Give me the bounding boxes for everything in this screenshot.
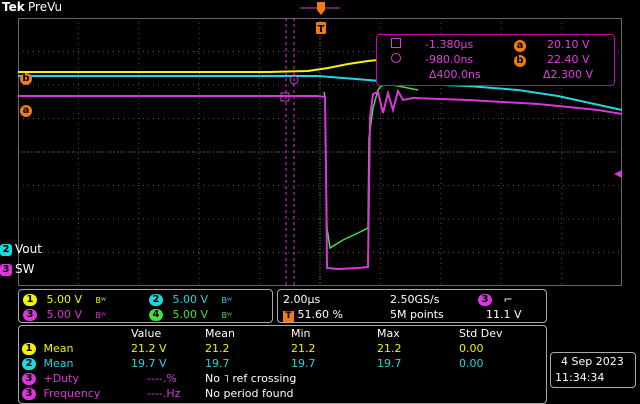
ch2-scale[interactable]: 2 5.00 V Bᵂ xyxy=(149,293,232,307)
measurement-row-1[interactable]: 1 Mean xyxy=(22,342,73,356)
measurement-row-3[interactable]: 3 +Duty xyxy=(22,372,79,386)
brand-logo: Tek xyxy=(2,0,25,14)
ref-marker-b: b xyxy=(20,66,32,85)
ch3-scale[interactable]: 3 5.00 V Bᵂ xyxy=(23,308,106,322)
square-cursor-icon xyxy=(391,38,401,48)
circle-cursor-icon xyxy=(391,53,401,63)
cursor-a-time: -1.380µs xyxy=(425,38,474,51)
acquisition-mode: PreVu xyxy=(28,0,63,14)
trigger-source: 3 ⌐ xyxy=(478,293,513,307)
cursor-a-badge: a xyxy=(514,40,526,52)
channel-3-badge: 3 xyxy=(0,263,12,276)
date-text: 4 Sep 2023 xyxy=(561,355,624,368)
trigger-level-arrow[interactable] xyxy=(614,170,622,178)
trigger-position: T 51.60 % xyxy=(283,308,343,322)
timebase-panel[interactable]: 2.00µs 2.50GS/s 3 ⌐ T 51.60 % 5M points … xyxy=(277,289,547,323)
cursor-b-badge: b xyxy=(514,55,526,67)
horizontal-scale: 2.00µs xyxy=(283,293,321,306)
ref-marker-a: a xyxy=(20,98,32,117)
header-mean: Mean xyxy=(205,327,235,340)
sample-rate: 2.50GS/s xyxy=(390,293,440,306)
cursor-delta-time: Δ400.0ns xyxy=(429,68,481,81)
measurement-row-2[interactable]: 2 Mean xyxy=(22,357,73,371)
date-time-panel: 4 Sep 2023 11:34:34 xyxy=(550,352,636,388)
channel-2-badge: 2 xyxy=(0,243,12,256)
header-std-dev: Std Dev xyxy=(459,327,503,340)
header-value: Value xyxy=(131,327,162,340)
cursor-readout-box[interactable]: -1.380µs a 20.10 V -980.0ns b 22.40 V Δ4… xyxy=(376,34,615,86)
header-min: Min xyxy=(291,327,311,340)
ch1-scale[interactable]: 1 5.00 V Bᵂ xyxy=(23,293,106,307)
cursor-a-time-row xyxy=(391,38,401,52)
trigger-position-icon xyxy=(317,2,325,15)
trigger-position-marker[interactable]: T xyxy=(300,0,340,36)
cursor-delta-voltage: Δ2.300 V xyxy=(543,68,594,81)
record-length: 5M points xyxy=(390,308,444,321)
trigger-level: 11.1 V xyxy=(486,308,522,321)
falling-edge-icon: ⌐ xyxy=(503,293,513,306)
measurements-panel[interactable]: Value Mean Min Max Std Dev 1 Mean 21.2 V… xyxy=(18,325,547,404)
cursor-b-time: -980.0ns xyxy=(425,53,474,66)
cursor-b-voltage: 22.40 V xyxy=(547,53,590,66)
channel-3-label: 3 SW xyxy=(0,262,34,276)
ch4-scale[interactable]: 4 5.00 V Bᵂ xyxy=(149,308,232,322)
cursor-a-voltage: 20.10 V xyxy=(547,38,590,51)
measurement-row-4[interactable]: 3 Frequency xyxy=(22,387,100,401)
vertical-settings-panel[interactable]: 1 5.00 V Bᵂ 2 5.00 V Bᵂ 3 5.00 V Bᵂ 4 5.… xyxy=(18,289,273,323)
time-text: 11:34:34 xyxy=(555,371,605,384)
channel-2-label: 2 Vout xyxy=(0,242,42,256)
trigger-marker-label: T xyxy=(318,24,325,35)
ch1-yellow-trace xyxy=(18,59,379,73)
header-max: Max xyxy=(377,327,400,340)
